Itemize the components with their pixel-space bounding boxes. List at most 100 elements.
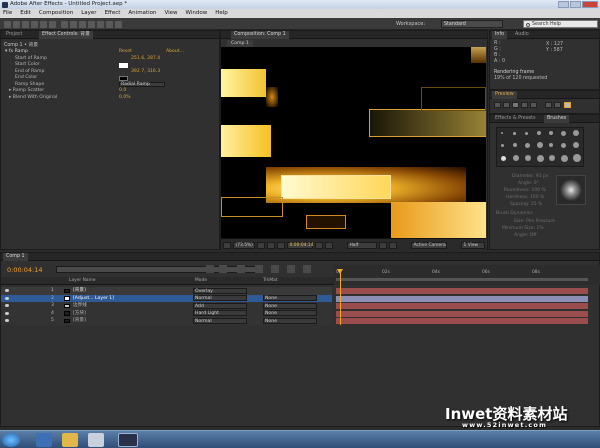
menu-file[interactable]: File [3, 9, 12, 18]
brush-tip[interactable] [549, 155, 555, 161]
eye-icon[interactable] [5, 311, 9, 315]
brush-tip[interactable] [549, 143, 553, 147]
internet-explorer-icon[interactable] [36, 433, 52, 447]
track-matte-select[interactable]: None [263, 310, 317, 317]
brush-tip[interactable] [573, 142, 579, 148]
layer-duration-bar[interactable] [336, 288, 588, 294]
snapshot-icon[interactable] [277, 241, 285, 249]
after-effects-taskbar-icon[interactable] [118, 433, 138, 447]
menu-edit[interactable]: Edit [20, 9, 31, 18]
eye-icon[interactable] [5, 296, 9, 300]
layer-row[interactable]: 1 [背景] Overlay [1, 287, 332, 295]
layer-name[interactable]: 边界线 [73, 302, 87, 310]
text-tool-icon[interactable] [70, 20, 77, 28]
brush-tip[interactable] [513, 155, 519, 161]
layer-name[interactable]: [方块] [73, 310, 86, 318]
camera-snapshot-icon[interactable] [315, 241, 323, 249]
layer-row[interactable]: 2 [Adjust... Layer 1] Normal None [1, 294, 332, 302]
roto-brush-tool-icon[interactable] [106, 20, 113, 28]
menu-view[interactable]: View [164, 9, 177, 18]
ram-preview-icon[interactable] [564, 102, 571, 108]
brush-tip[interactable] [561, 143, 566, 148]
resolution-select[interactable]: Half [347, 241, 377, 249]
transparency-grid-icon[interactable] [389, 241, 397, 249]
selection-tool-icon[interactable] [4, 20, 11, 28]
maximize-button[interactable] [570, 0, 581, 8]
brush-tip[interactable] [501, 144, 504, 147]
column-mode[interactable]: Mode [195, 277, 207, 284]
layer-row[interactable]: 3 边界线 Add None [1, 302, 332, 310]
eraser-tool-icon[interactable] [97, 20, 104, 28]
eye-icon[interactable] [5, 289, 9, 293]
puppet-tool-icon[interactable] [115, 20, 122, 28]
composition-canvas[interactable] [221, 47, 486, 238]
track-matte-select[interactable]: None [263, 295, 317, 302]
label-color-swatch[interactable] [64, 288, 70, 293]
menu-help[interactable]: Help [215, 9, 228, 18]
layer-row[interactable]: 4 [方块] Hard Light None [1, 309, 332, 318]
loop-icon[interactable] [554, 102, 561, 108]
layer-duration-bar[interactable] [336, 303, 588, 309]
view-layout-select[interactable]: 1 View [461, 241, 485, 249]
camera-tool-icon[interactable] [40, 20, 47, 28]
brush-tip[interactable] [537, 155, 544, 162]
menu-layer[interactable]: Layer [81, 9, 96, 18]
eye-icon[interactable] [5, 304, 9, 308]
timeline-timecode[interactable]: 0:00:04:14 [7, 266, 43, 274]
camera-select[interactable]: Active Camera [411, 241, 447, 249]
last-frame-icon[interactable] [530, 102, 537, 108]
column-trkmat[interactable]: TrkMat [263, 277, 278, 284]
start-color-swatch[interactable] [119, 63, 128, 68]
media-player-icon[interactable] [88, 433, 104, 447]
label-color-swatch[interactable] [64, 311, 70, 316]
first-frame-icon[interactable] [494, 102, 501, 108]
file-explorer-icon[interactable] [62, 433, 78, 447]
brush-tip[interactable] [501, 132, 503, 134]
previous-frame-icon[interactable] [503, 102, 510, 108]
safe-zones-icon[interactable] [257, 241, 265, 249]
track-matte-select[interactable]: None [263, 317, 317, 324]
brush-tip[interactable] [561, 130, 566, 136]
work-area-bar[interactable] [336, 278, 588, 281]
tab-preview[interactable]: Preview [492, 91, 517, 99]
hand-tool-icon[interactable] [13, 20, 20, 28]
column-layer-name[interactable]: Layer Name [69, 277, 96, 284]
layer-row[interactable]: 5 [背景] Normal None [1, 317, 332, 325]
hide-shy-layers-icon[interactable] [237, 265, 245, 273]
brainstorm-icon[interactable] [287, 265, 295, 273]
layer-duration-bar[interactable] [336, 318, 588, 324]
time-ruler[interactable]: 0s 02s 04s 06s 08s [334, 265, 600, 285]
brush-tool-icon[interactable] [79, 20, 86, 28]
search-help-input[interactable]: Search Help [523, 20, 598, 28]
brush-tip[interactable] [501, 156, 506, 161]
play-icon[interactable] [512, 102, 519, 108]
blend-mode-select[interactable]: Overlay [193, 287, 247, 294]
ramp-shape-select[interactable]: Radial Ramp [119, 82, 165, 88]
pan-behind-tool-icon[interactable] [49, 20, 56, 28]
comp-mini-flowchart-icon[interactable] [206, 265, 214, 273]
blend-with-original-value[interactable]: 0.0% [119, 95, 131, 102]
brush-tip[interactable] [573, 154, 581, 162]
layer-duration-bar[interactable] [336, 310, 588, 317]
blend-mode-select[interactable]: Normal [193, 295, 247, 302]
motion-blur-icon[interactable] [271, 265, 279, 273]
show-channel-icon[interactable] [325, 241, 333, 249]
tab-project[interactable]: Project [3, 31, 25, 39]
blend-mode-select[interactable]: Hard Light [193, 310, 247, 317]
menu-animation[interactable]: Animation [128, 9, 156, 18]
brush-tip[interactable] [525, 143, 530, 148]
end-color-swatch[interactable] [119, 76, 128, 81]
current-time-indicator[interactable] [339, 273, 341, 325]
brush-tip[interactable] [573, 130, 579, 136]
brush-tip[interactable] [537, 142, 543, 148]
menu-composition[interactable]: Composition [39, 9, 73, 18]
tab-composition[interactable]: Composition: Comp 1 [231, 31, 289, 39]
eye-icon[interactable] [5, 319, 9, 323]
brush-tip[interactable] [513, 143, 517, 147]
layer-duration-bar[interactable] [336, 295, 588, 302]
pen-tool-icon[interactable] [61, 20, 68, 28]
tab-brushes[interactable]: Brushes [544, 115, 570, 123]
region-of-interest-icon[interactable] [379, 241, 387, 249]
mute-audio-icon[interactable] [545, 102, 552, 108]
brush-tip-grid[interactable] [496, 127, 584, 167]
